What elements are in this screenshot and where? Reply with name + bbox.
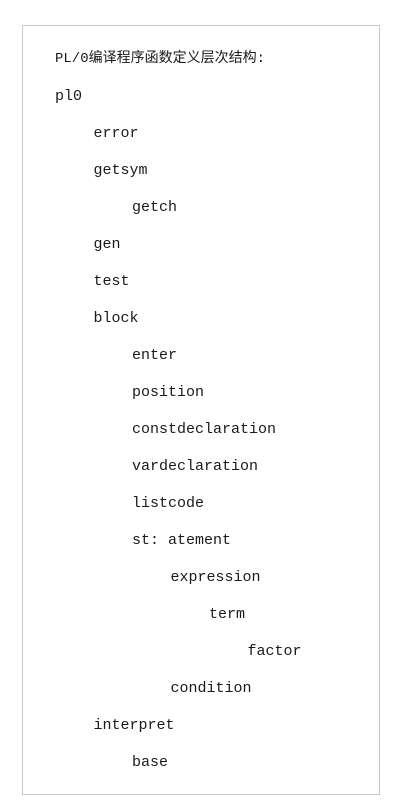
tree-node-enter: enter (132, 347, 178, 364)
tree-node-constdeclaration: constdeclaration (132, 421, 277, 438)
tree-node-base: base (132, 754, 169, 771)
tree-node-listcode: listcode (132, 495, 205, 512)
tree-node-term: term (209, 606, 246, 623)
tree-node-getsym: getsym (93, 162, 148, 179)
tree-node-pl0: pl0 (55, 88, 83, 105)
tree-node-expression: expression (170, 569, 261, 586)
tree-node-factor: factor (247, 643, 302, 660)
tree-node-error: error (93, 125, 139, 142)
tree-node-st-atement: st: atement (132, 532, 232, 549)
tree-node-condition: condition (170, 680, 252, 697)
tree-node-interpret: interpret (93, 717, 175, 734)
tree-node-test: test (93, 273, 130, 290)
tree-node-position: position (132, 384, 205, 401)
tree-node-gen: gen (93, 236, 121, 253)
document-title: PL/0编译程序函数定义层次结构: (55, 51, 266, 67)
tree-node-vardeclaration: vardeclaration (132, 458, 259, 475)
tree-node-getch: getch (132, 199, 178, 216)
tree-node-block: block (93, 310, 139, 327)
